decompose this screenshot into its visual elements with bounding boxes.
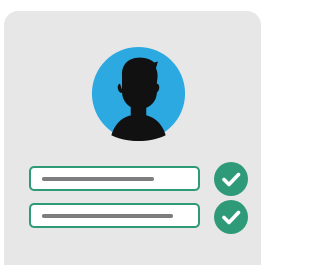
- username-field[interactable]: [29, 166, 200, 191]
- password-field[interactable]: [29, 203, 200, 228]
- check-circle-icon: [214, 162, 248, 196]
- check-circle-icon: [214, 200, 248, 234]
- avatar: [91, 46, 186, 142]
- login-card: [4, 11, 261, 265]
- masked-value-line: [42, 177, 154, 181]
- masked-value-line: [42, 214, 173, 218]
